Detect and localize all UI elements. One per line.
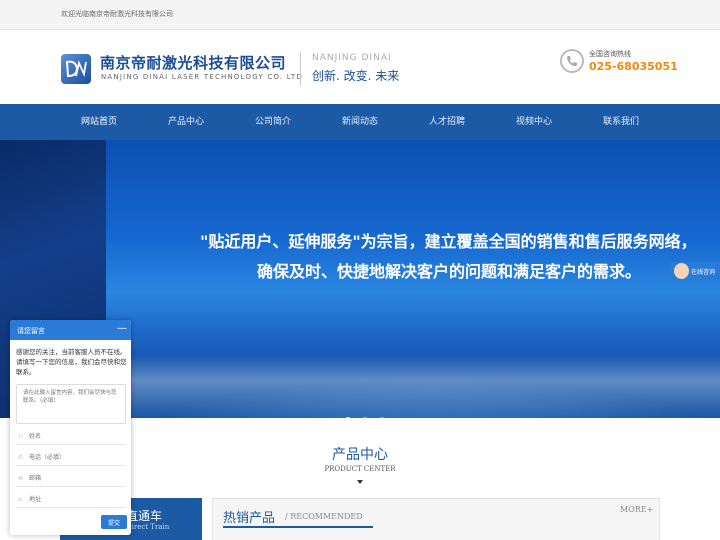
- nav-item-jobs[interactable]: 人才招聘: [407, 104, 487, 140]
- header-divider: [300, 52, 301, 86]
- agent-avatar: [674, 263, 689, 279]
- banner-dot[interactable]: [362, 417, 369, 418]
- phone-icon: [560, 49, 584, 73]
- minimize-icon[interactable]: —: [117, 323, 127, 334]
- company-name-en: NANJING DINAI LASER TECHNOLOGY CO. LTD: [101, 73, 303, 81]
- caret-down-icon: [357, 480, 363, 484]
- slogan-en: NANJING DINAI: [312, 53, 392, 63]
- phone-input[interactable]: [16, 450, 126, 466]
- chat-offline-message: 感谢您的关注，当前客服人员不在线。请填写一下您的信息，我们会尽快和您联系。: [16, 348, 127, 376]
- hotline-number: 025-68035051: [589, 60, 678, 73]
- hot-products-title: 热销产品: [223, 511, 276, 526]
- banner-dot[interactable]: [379, 417, 386, 418]
- submit-button[interactable]: 提交: [101, 515, 127, 529]
- company-name: 南京帝耐激光科技有限公司: [100, 54, 287, 72]
- more-link[interactable]: MORE+: [620, 505, 653, 514]
- banner-cityscape: [110, 355, 720, 418]
- leave-message-widget: 请您留言 — 感谢您的关注，当前客服人员不在线。请填写一下您的信息，我们会尽快和…: [10, 320, 131, 535]
- hot-products-panel: [212, 498, 660, 540]
- site-header: 南京帝耐激光科技有限公司 NANJING DINAI LASER TECHNOL…: [0, 30, 720, 104]
- banner-subheadline: 确保及时、快捷地解决客户的问题和满足客户的需求。: [257, 262, 642, 281]
- banner-headline: "贴近用户、延伸服务"为宗旨，建立覆盖全国的销售和售后服务网络，: [200, 232, 697, 251]
- hotline-label: 全国咨询热线: [589, 50, 631, 58]
- address-input[interactable]: [16, 492, 126, 508]
- company-logo[interactable]: [61, 54, 91, 84]
- name-input[interactable]: [16, 429, 126, 445]
- top-bar: 欢迎光临南京帝耐激光科技有限公司: [0, 0, 720, 30]
- main-nav: 网站首页 产品中心 公司简介 新闻动态 人才招聘 视频中心 联系我们: [0, 104, 720, 140]
- hot-products-subtitle: / RECOMMENDED: [285, 512, 363, 521]
- title-underline: [223, 526, 373, 528]
- chat-header[interactable]: 请您留言 —: [10, 320, 131, 340]
- online-consult-button[interactable]: 在线咨询: [670, 262, 720, 280]
- category-title: 直通车: [126, 509, 163, 523]
- slogan: 创新. 改变. 未来: [312, 69, 400, 83]
- nav-item-contact[interactable]: 联系我们: [581, 104, 661, 140]
- nav-item-about[interactable]: 公司简介: [233, 104, 313, 140]
- email-input[interactable]: [16, 471, 126, 487]
- nav-item-products[interactable]: 产品中心: [146, 104, 226, 140]
- nav-item-home[interactable]: 网站首页: [59, 104, 139, 140]
- online-consult-label: 在线咨询: [691, 269, 716, 276]
- message-textarea[interactable]: [16, 384, 126, 424]
- nav-item-videos[interactable]: 视频中心: [494, 104, 574, 140]
- chat-title: 请您留言: [17, 327, 45, 335]
- banner-pagination: [342, 408, 388, 418]
- nav-item-news[interactable]: 新闻动态: [320, 104, 400, 140]
- category-subtitle: Direct Train: [126, 523, 170, 531]
- welcome-text: 欢迎光临南京帝耐激光科技有限公司: [61, 10, 173, 18]
- banner-dot[interactable]: [345, 417, 351, 418]
